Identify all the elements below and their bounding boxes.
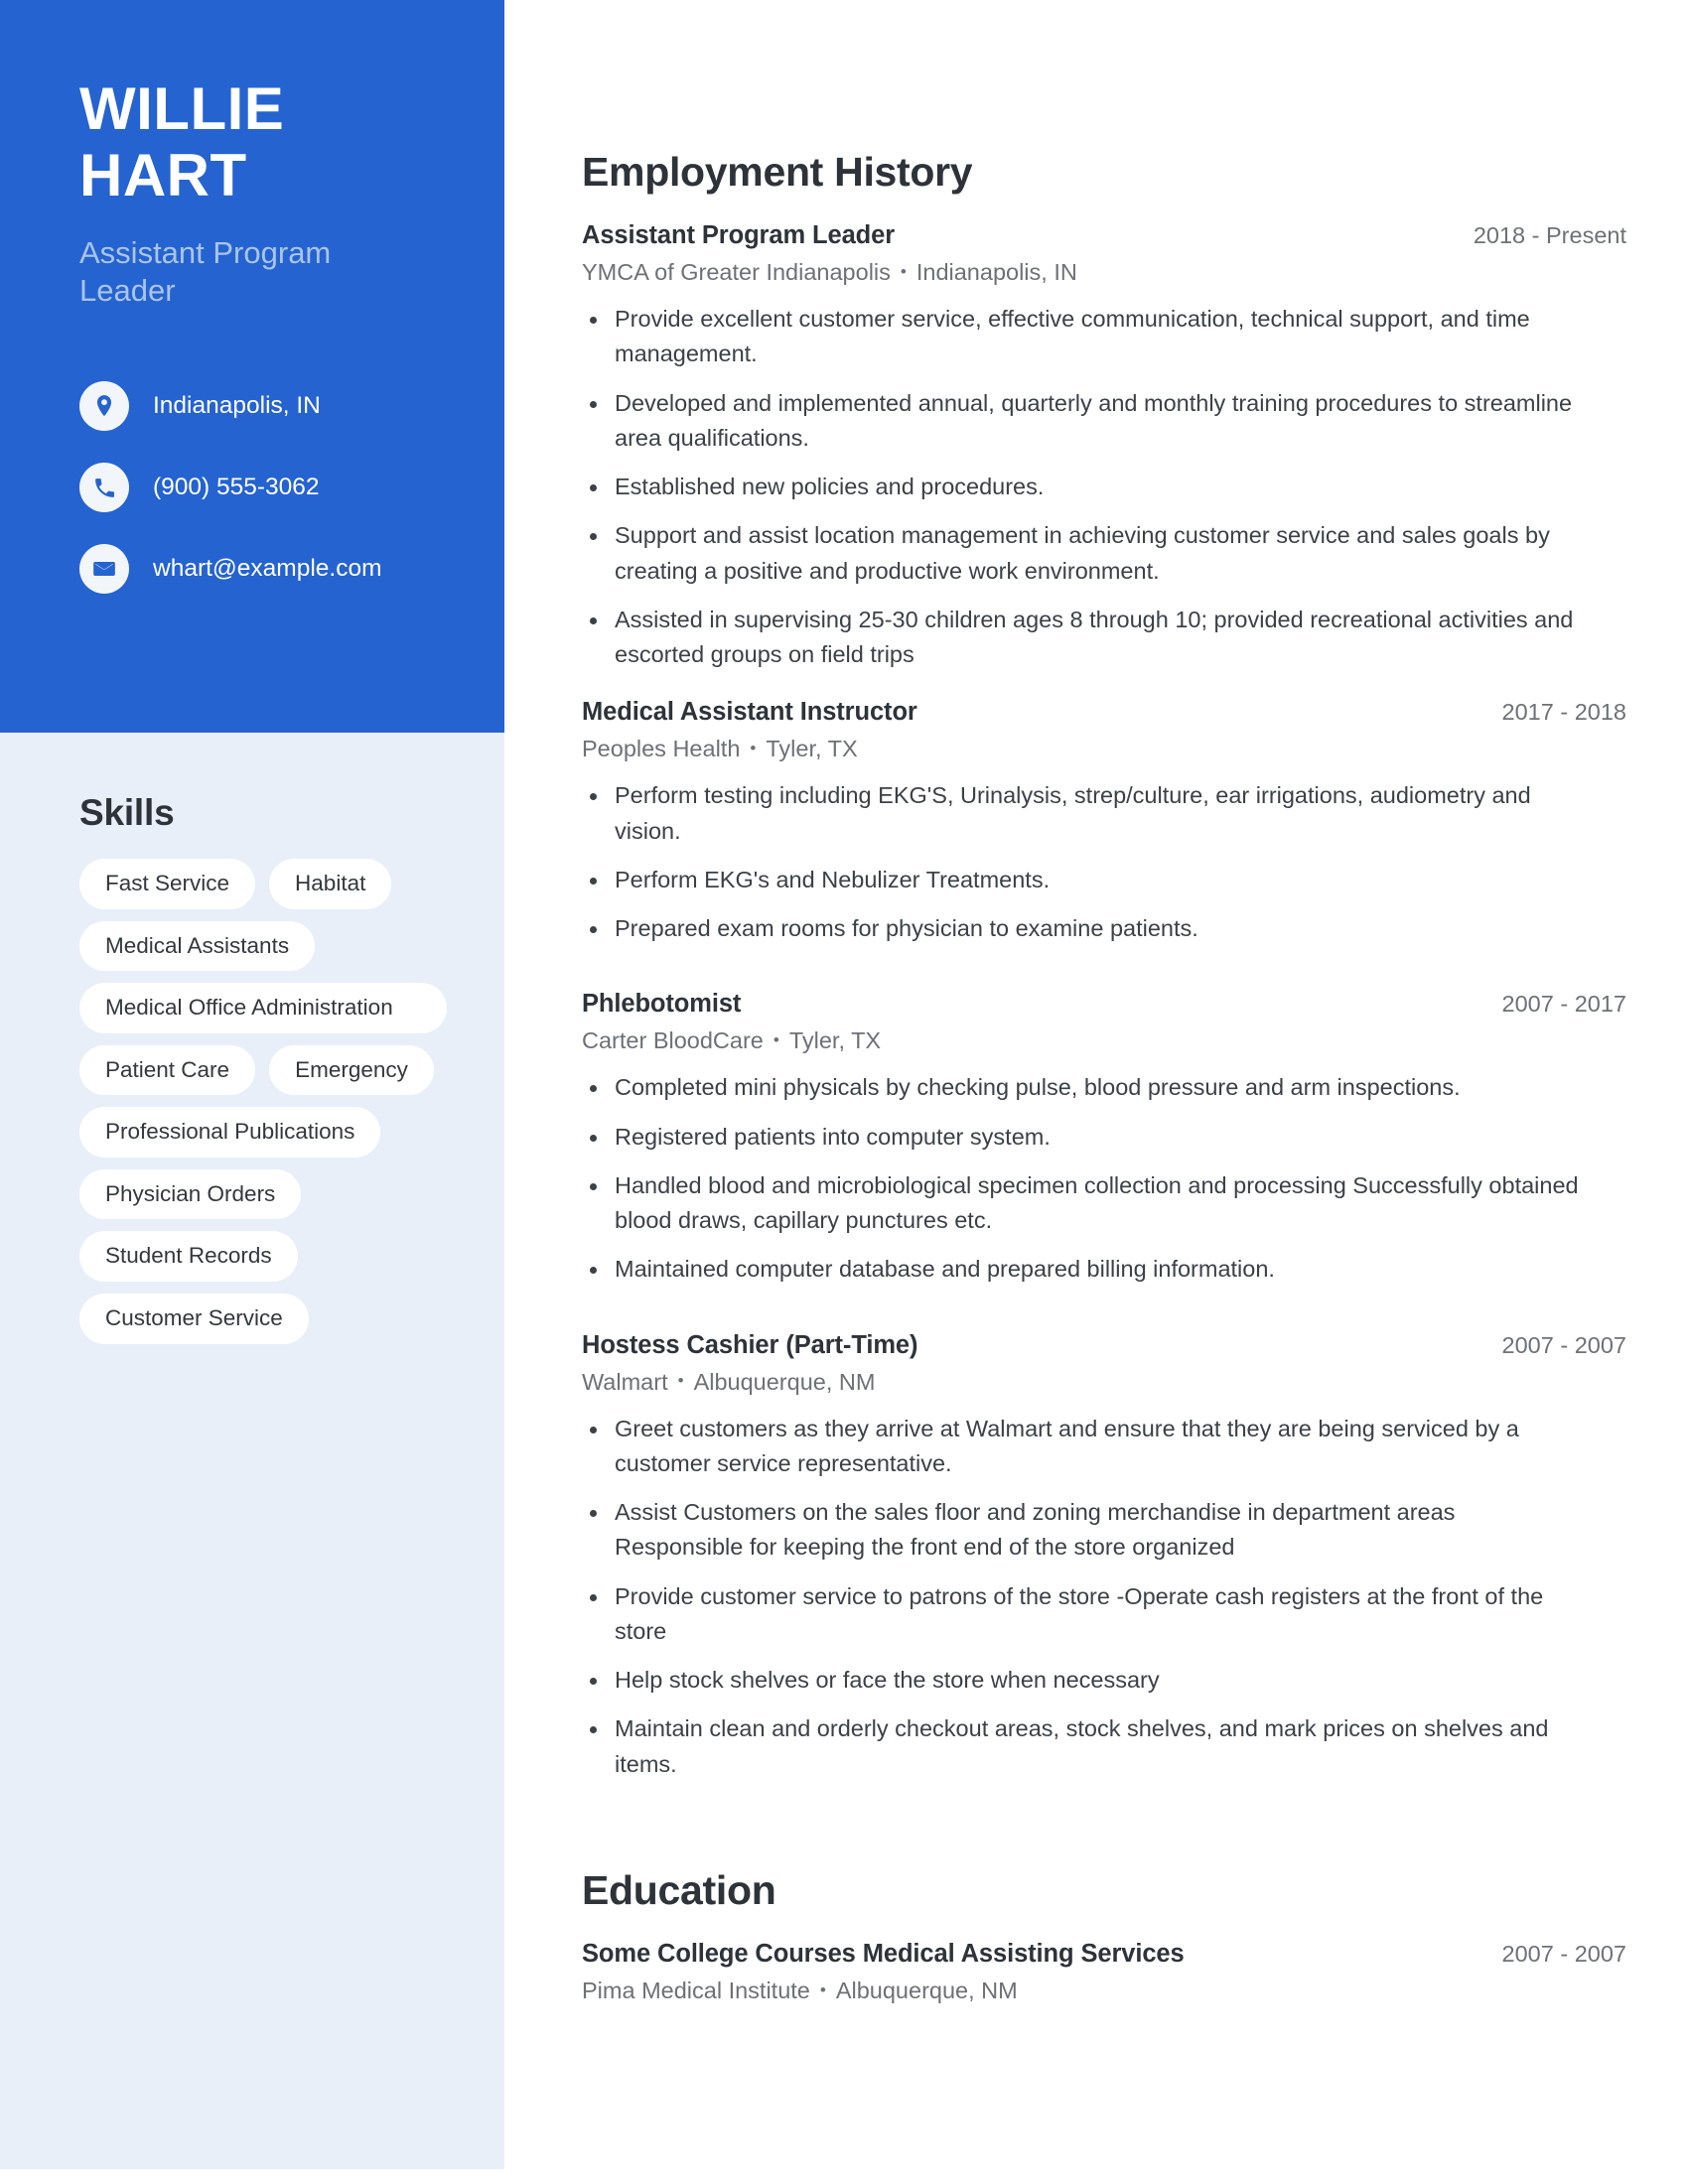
skill-chip[interactable]: Customer Service <box>79 1293 309 1344</box>
entry-bullet-list: Greet customers as they arrive at Walmar… <box>582 1412 1626 1782</box>
bullet-item: Completed mini physicals by checking pul… <box>582 1070 1585 1105</box>
entry-location: Tyler, TX <box>766 736 858 762</box>
employment-entry: Hostess Cashier (Part-Time) 2007 - 2007 … <box>582 1331 1626 1782</box>
entry-header: Some College Courses Medical Assisting S… <box>582 1940 1626 1969</box>
bullet-item: Assist Customers on the sales floor and … <box>582 1495 1585 1566</box>
bullet-item: Greet customers as they arrive at Walmar… <box>582 1412 1585 1482</box>
bullet-item: Prepared exam rooms for physician to exa… <box>582 911 1585 946</box>
entry-header: Medical Assistant Instructor 2017 - 2018 <box>582 698 1626 727</box>
entry-dates: 2017 - 2018 <box>1501 699 1626 726</box>
entry-company: YMCA of Greater Indianapolis <box>582 259 891 285</box>
entry-header: Phlebotomist 2007 - 2017 <box>582 990 1626 1019</box>
entry-meta: Walmart • Albuquerque, NM <box>582 1369 1626 1396</box>
header-job-title: Assistant Program Leader <box>79 235 332 309</box>
bullet-item: Perform EKG's and Nebulizer Treatments. <box>582 863 1585 897</box>
entry-header: Hostess Cashier (Part-Time) 2007 - 2007 <box>582 1331 1626 1360</box>
contact-location-text: Indianapolis, IN <box>153 392 321 420</box>
bullet-separator-icon: • <box>677 1371 684 1391</box>
skill-chip[interactable]: Emergency <box>269 1044 434 1096</box>
entry-bullet-list: Perform testing including EKG'S, Urinaly… <box>582 778 1626 946</box>
bullet-item: Handled blood and microbiological specim… <box>582 1168 1585 1239</box>
skill-chip[interactable]: Physician Orders <box>79 1168 302 1220</box>
bullet-item: Provide customer service to patrons of t… <box>582 1579 1585 1650</box>
education-school: Pima Medical Institute <box>582 1977 810 2003</box>
phone-icon <box>79 463 129 512</box>
entry-meta: Pima Medical Institute • Albuquerque, NM <box>582 1978 1626 2004</box>
first-name: WILLIE <box>79 75 285 142</box>
entry-bullet-list: Completed mini physicals by checking pul… <box>582 1070 1626 1287</box>
employment-entry: Medical Assistant Instructor 2017 - 2018… <box>582 698 1626 946</box>
bullet-separator-icon: • <box>819 1979 826 1999</box>
skill-chip[interactable]: Medical Assistants <box>79 920 316 972</box>
entry-job-title: Assistant Program Leader <box>582 221 896 249</box>
contact-phone-text: (900) 555-3062 <box>153 474 320 501</box>
entry-dates: 2007 - 2017 <box>1501 991 1626 1018</box>
resume-page: WILLIE HART Assistant Program Leader Ind… <box>0 0 1688 2184</box>
skill-chip[interactable]: Professional Publications <box>79 1107 381 1158</box>
entry-dates: 2007 - 2007 <box>1501 1331 1626 1358</box>
location-pin-icon <box>79 381 129 431</box>
entry-company: Walmart <box>582 1368 668 1395</box>
entry-company: Peoples Health <box>582 736 741 762</box>
sidebar-header: WILLIE HART Assistant Program Leader Ind… <box>0 0 504 733</box>
bullet-item: Maintain clean and orderly checkout area… <box>582 1711 1585 1782</box>
entry-meta: Peoples Health • Tyler, TX <box>582 736 1626 762</box>
skill-chip[interactable]: Fast Service <box>79 859 256 909</box>
sidebar: WILLIE HART Assistant Program Leader Ind… <box>0 0 504 2169</box>
contact-email-text: whart@example.com <box>153 555 382 583</box>
employment-history-heading: Employment History <box>582 149 973 195</box>
education-degree: Some College Courses Medical Assisting S… <box>582 1939 1185 1968</box>
skill-chip[interactable]: Medical Office Administration <box>79 983 447 1033</box>
entry-bullet-list: Provide excellent customer service, effe… <box>582 302 1626 672</box>
bullet-item: Support and assist location management i… <box>582 518 1585 589</box>
bullet-item: Provide excellent customer service, effe… <box>582 302 1585 372</box>
entry-location: Indianapolis, IN <box>915 259 1077 285</box>
bullet-item: Developed and implemented annual, quarte… <box>582 386 1585 457</box>
entry-company: Carter BloodCare <box>582 1027 764 1054</box>
skills-heading: Skills <box>79 792 175 833</box>
bullet-item: Maintained computer database and prepare… <box>582 1252 1585 1287</box>
bullet-separator-icon: • <box>773 1030 779 1050</box>
skill-chip[interactable]: Habitat <box>269 859 392 909</box>
bullet-separator-icon: • <box>900 261 907 281</box>
main-column: Employment History Assistant Program Lea… <box>504 0 1688 2184</box>
bullet-item: Perform testing including EKG'S, Urinaly… <box>582 778 1585 849</box>
skills-chip-list: Fast Service Habitat Medical Assistants … <box>79 859 447 1344</box>
skill-chip[interactable]: Student Records <box>79 1231 298 1282</box>
education-entry: Some College Courses Medical Assisting S… <box>582 1940 1626 2004</box>
bullet-item: Assisted in supervising 25-30 children a… <box>582 603 1585 673</box>
employment-entry: Assistant Program Leader 2018 - Present … <box>582 221 1626 672</box>
entry-location: Albuquerque, NM <box>693 1368 876 1395</box>
entry-meta: Carter BloodCare • Tyler, TX <box>582 1027 1626 1054</box>
last-name: HART <box>79 142 247 209</box>
entry-header: Assistant Program Leader 2018 - Present <box>582 221 1626 250</box>
entry-dates: 2018 - Present <box>1473 222 1626 248</box>
employment-entry: Phlebotomist 2007 - 2017 Carter BloodCar… <box>582 990 1626 1287</box>
education-dates: 2007 - 2007 <box>1501 1940 1626 1967</box>
contact-list: Indianapolis, IN (900) 555-3062 whart@ex… <box>79 381 429 594</box>
entry-job-title: Phlebotomist <box>582 990 742 1019</box>
contact-row-email: whart@example.com <box>79 544 429 594</box>
bullet-item: Established new policies and procedures. <box>582 470 1585 504</box>
entry-location: Tyler, TX <box>788 1027 882 1054</box>
entry-job-title: Medical Assistant Instructor <box>582 698 917 727</box>
bullet-separator-icon: • <box>750 739 757 758</box>
bullet-item: Help stock shelves or face the store whe… <box>582 1663 1585 1698</box>
name-block: WILLIE HART <box>79 75 429 208</box>
entry-job-title: Hostess Cashier (Part-Time) <box>582 1330 918 1359</box>
education-location: Albuquerque, NM <box>835 1977 1018 2003</box>
entry-meta: YMCA of Greater Indianapolis • Indianapoli… <box>582 259 1626 286</box>
bullet-item: Registered patients into computer system… <box>582 1120 1585 1155</box>
education-heading: Education <box>582 1866 776 1913</box>
skills-section: Skills Fast Service Habitat Medical Assi… <box>0 733 504 1344</box>
skill-chip[interactable]: Patient Care <box>79 1044 256 1096</box>
contact-row-location: Indianapolis, IN <box>79 381 429 431</box>
contact-row-phone: (900) 555-3062 <box>79 463 429 512</box>
envelope-icon <box>79 544 129 594</box>
